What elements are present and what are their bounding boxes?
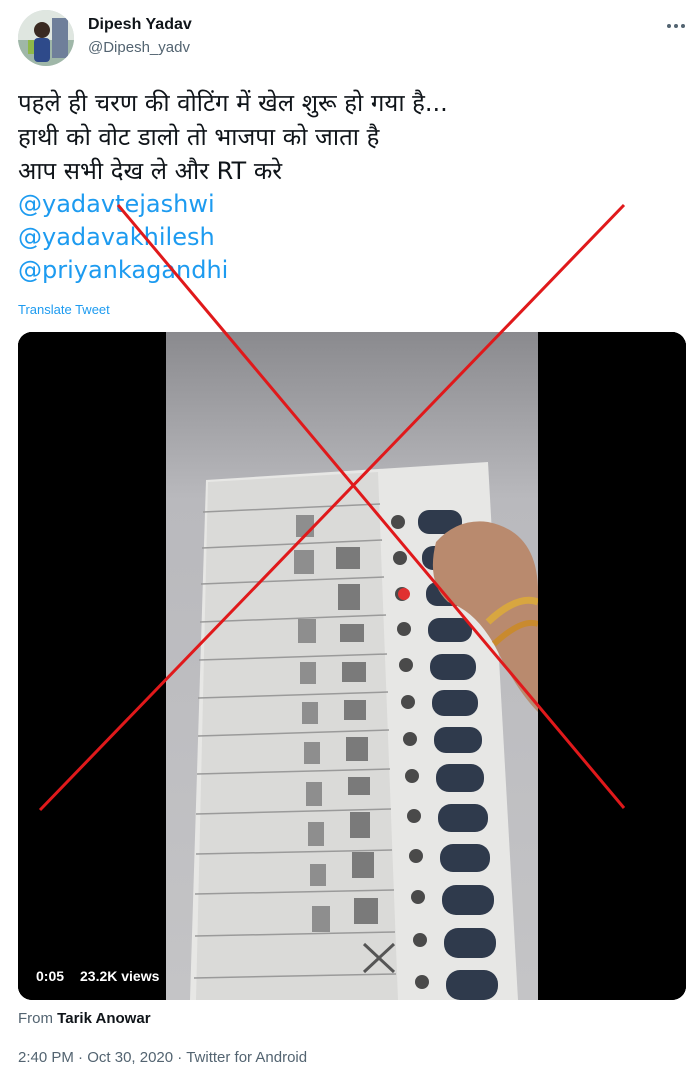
from-user-link[interactable]: Tarik Anowar — [57, 1010, 150, 1027]
tweet-text-line: आप सभी देख ले और RT करे — [18, 157, 283, 185]
tweet-text-line: पहले ही चरण की वोटिंग में खेल शुरू हो गय… — [18, 89, 448, 117]
tweet-text-line: हाथी को वोट डालो तो भाजपा को जाता है — [18, 123, 380, 151]
tweet-date-link[interactable]: Oct 30, 2020 — [87, 1049, 173, 1066]
avatar-image — [18, 10, 74, 66]
mention-link-yadavtejashwi[interactable]: @yadavtejashwi — [18, 188, 678, 221]
author-name[interactable]: Dipesh Yadav — [88, 16, 192, 34]
video-attribution: From Tarik Anowar — [18, 1010, 151, 1027]
avatar[interactable] — [18, 10, 74, 66]
author-handle[interactable]: @Dipesh_yadv — [88, 39, 190, 56]
tweet-text: पहले ही चरण की वोटिंग में खेल शुरू हो गय… — [18, 86, 678, 287]
meta-separator: · — [78, 1049, 84, 1066]
ellipsis-icon — [667, 24, 685, 28]
video-timestamp: 0:05 — [36, 968, 65, 984]
meta-separator: · — [177, 1049, 183, 1066]
video-frame-evm — [18, 332, 686, 1000]
tweet-card: Dipesh Yadav @Dipesh_yadv पहले ही चरण की… — [0, 0, 696, 1080]
mention-link-yadavakhilesh[interactable]: @yadavakhilesh — [18, 221, 678, 254]
translate-tweet-link[interactable]: Translate Tweet — [18, 302, 110, 317]
more-options-button[interactable] — [664, 16, 688, 36]
tweet-time-link[interactable]: 2:40 PM — [18, 1049, 74, 1066]
video-player[interactable] — [18, 332, 686, 1000]
mention-link-priyankagandhi[interactable]: @priyankagandhi — [18, 254, 678, 287]
tweet-source-link[interactable]: Twitter for Android — [186, 1049, 307, 1066]
from-label: From — [18, 1010, 53, 1027]
video-view-count: 23.2K views — [80, 968, 160, 984]
tweet-meta: 2:40 PM · Oct 30, 2020 · Twitter for And… — [18, 1049, 307, 1066]
